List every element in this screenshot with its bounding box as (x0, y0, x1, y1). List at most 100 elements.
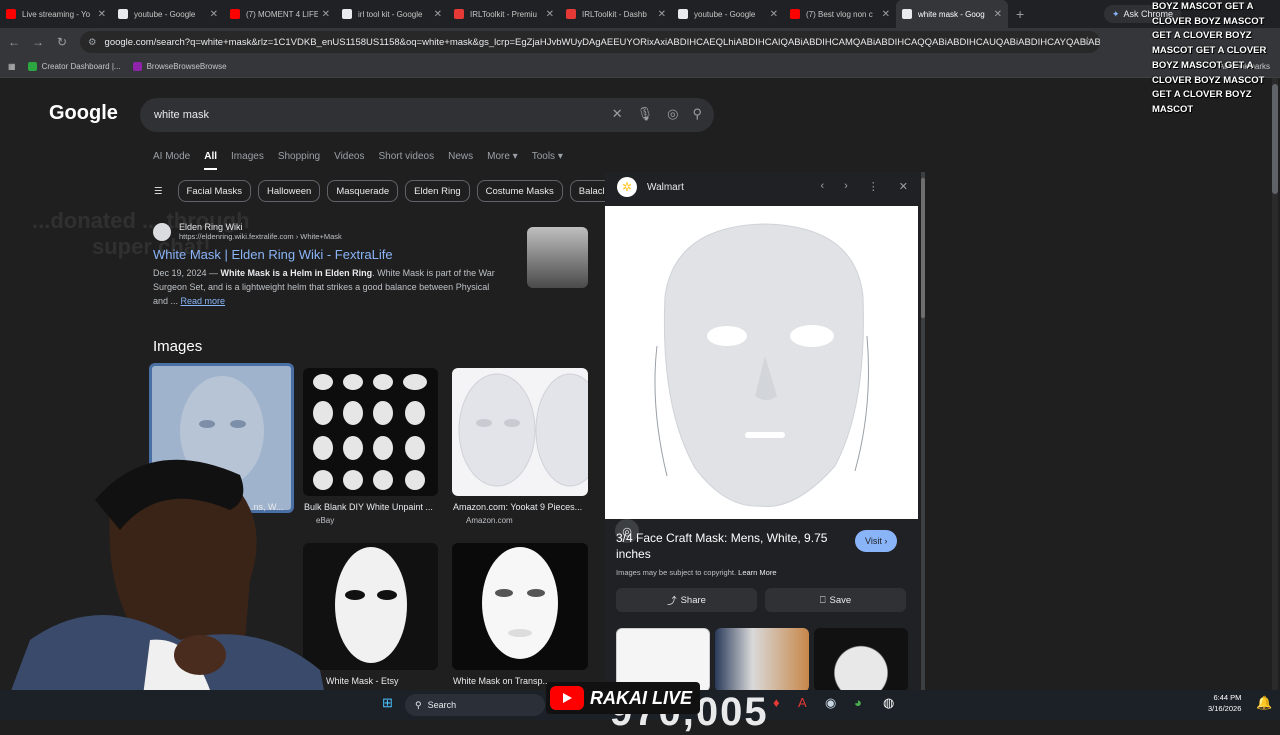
image-caption-3[interactable]: Amazon.com: Yookat 9 Pieces... (453, 502, 588, 512)
share-button[interactable]: ⤴ Share (616, 588, 757, 612)
image-result-3[interactable] (452, 368, 588, 496)
close-tab-icon[interactable]: ✕ (210, 9, 218, 20)
bookmarks-bar: ▦ Creator Dashboard |... BrowseBrowseBro… (0, 56, 1280, 78)
image-result-5[interactable] (452, 543, 588, 670)
system-clock[interactable]: 6:44 PM 3/16/2026 (1208, 692, 1241, 714)
app-icon-red[interactable]: ♦ (773, 695, 780, 710)
panel-scrollbar[interactable] (921, 172, 925, 690)
search-icon: ⚲ (415, 699, 422, 710)
search-tab[interactable]: News (448, 151, 473, 170)
filter-chip[interactable]: Facial Masks (177, 180, 251, 202)
walmart-logo-icon: ✲ (617, 177, 637, 197)
images-heading: Images (153, 338, 203, 355)
search-tab[interactable]: More ▾ (487, 151, 518, 170)
face-mask-image (654, 223, 869, 507)
browser-tab[interactable]: IRLToolkit - Premiu ✕ (448, 0, 560, 28)
related-image-2[interactable] (715, 628, 809, 690)
save-button[interactable]: ⎕ Save (765, 588, 906, 612)
clear-icon[interactable]: ✕ (612, 106, 623, 122)
search-tab[interactable]: All (204, 151, 218, 170)
mask-pair-image (458, 373, 588, 487)
apps-icon[interactable]: ▦ (8, 62, 16, 71)
browser-tab[interactable]: Live streaming - Yo ✕ (0, 0, 112, 28)
tab-favicon-icon (454, 9, 464, 19)
chrome-icon[interactable]: ◕ (854, 695, 862, 710)
panel-title[interactable]: 3/4 Face Craft Mask: Mens, White, 9.75 i… (616, 530, 836, 562)
forward-icon[interactable]: → (26, 35, 50, 49)
related-image-1[interactable] (616, 628, 710, 690)
search-tab[interactable]: Tools ▾ (532, 151, 563, 170)
browser-tab[interactable]: youtube - Google ✕ (672, 0, 784, 28)
windows-start-icon[interactable]: ⊞ (382, 695, 393, 711)
search-icon[interactable]: ⚲ (692, 106, 702, 122)
close-tab-icon[interactable]: ✕ (546, 9, 554, 20)
close-tab-icon[interactable]: ✕ (770, 9, 778, 20)
browser-tab[interactable]: youtube - Google ✕ (112, 0, 224, 28)
tab-favicon-icon (790, 9, 800, 19)
browser-tab[interactable]: irl tool kit - Google ✕ (336, 0, 448, 28)
read-more-link[interactable]: Read more (181, 296, 226, 306)
tab-favicon-icon (566, 9, 576, 19)
reload-icon[interactable]: ↻ (50, 35, 74, 49)
google-logo[interactable]: Google (49, 102, 118, 125)
close-panel-icon[interactable]: ✕ (899, 180, 908, 193)
panel-main-image[interactable]: ◎ (605, 206, 918, 543)
transparent-mask-image (482, 547, 558, 659)
notification-icon[interactable]: 🔔 (1256, 695, 1272, 711)
close-tab-icon[interactable]: ✕ (98, 9, 106, 20)
search-tab[interactable]: Short videos (379, 151, 435, 170)
new-tab-icon[interactable]: + (1008, 6, 1032, 22)
search-tab[interactable]: Images (231, 151, 264, 170)
sparkle-icon: ✦ (1112, 8, 1120, 19)
filter-chip[interactable]: Costume Masks (476, 180, 563, 202)
bookmark-star-icon[interactable]: ☆ (1082, 34, 1093, 48)
page-scrollbar[interactable] (1272, 78, 1278, 690)
close-tab-icon[interactable]: ✕ (994, 9, 1002, 20)
url-text: google.com/search?q=white+mask&rlz=1C1VD… (104, 36, 1100, 48)
bookmark-creator-dashboard[interactable]: Creator Dashboard |... (27, 62, 121, 71)
obs-icon[interactable]: ◍ (883, 695, 894, 711)
close-tab-icon[interactable]: ✕ (322, 9, 330, 20)
search-tab[interactable]: AI Mode (153, 151, 190, 170)
taskbar-search[interactable]: ⚲ Search (405, 694, 545, 716)
image-preview-panel: ✲ Walmart ‹ › ⋮ ✕ ◎ 3/4 Face Craft Mask:… (605, 172, 920, 690)
browser-tab[interactable]: white mask - Goog ✕ (896, 0, 1008, 28)
filter-chip[interactable]: Elden Ring (405, 180, 470, 202)
visit-button[interactable]: Visit › (855, 530, 898, 552)
more-options-icon[interactable]: ⋮ (868, 180, 879, 193)
back-icon[interactable]: ← (2, 35, 26, 49)
related-image-3[interactable] (814, 628, 908, 690)
tab-favicon-icon (902, 9, 912, 19)
panel-header: ✲ Walmart ‹ › ⋮ ✕ (605, 172, 920, 202)
close-tab-icon[interactable]: ✕ (658, 9, 666, 20)
next-icon[interactable]: › (844, 180, 848, 193)
prev-icon[interactable]: ‹ (820, 180, 824, 193)
close-tab-icon[interactable]: ✕ (434, 9, 442, 20)
filter-chip[interactable]: Halloween (257, 180, 321, 202)
learn-more-link[interactable]: Learn More (738, 568, 776, 577)
search-input[interactable]: white mask ✕ 🎙 ◎ ⚲ (140, 98, 714, 132)
filter-settings-icon[interactable]: ☰ (146, 180, 171, 202)
site-favicon (153, 222, 171, 241)
youtube-play-icon (550, 686, 584, 710)
filter-chip[interactable]: Masquerade (327, 180, 399, 202)
image-caption-4[interactable]: White Mask - Etsy (326, 676, 436, 686)
search-tab[interactable]: Shopping (278, 151, 320, 170)
app-icon-a[interactable]: A (798, 695, 807, 710)
panel-store-name[interactable]: Walmart (647, 182, 684, 193)
result-thumbnail[interactable] (527, 227, 588, 288)
streamer-webcam-image (0, 459, 330, 720)
address-bar[interactable]: ⚙ google.com/search?q=white+mask&rlz=1C1V… (80, 31, 1100, 53)
browser-tab[interactable]: IRLToolkit - Dashb ✕ (560, 0, 672, 28)
browser-tab[interactable]: (7) Best vlog non c ✕ (784, 0, 896, 28)
lens-icon[interactable]: ◎ (667, 106, 678, 122)
tab-favicon-icon (118, 9, 128, 19)
steam-icon[interactable]: ◉ (825, 695, 836, 711)
mic-icon[interactable]: 🎙 (637, 106, 654, 122)
site-info-icon[interactable]: ⚙ (88, 37, 97, 48)
browser-tab[interactable]: (7) MOMENT 4 LIFE ✕ (224, 0, 336, 28)
search-tab[interactable]: Videos (334, 151, 364, 170)
bookmark-browse[interactable]: BrowseBrowseBrowse (132, 62, 227, 71)
share-icon: ⤴ (667, 596, 677, 607)
close-tab-icon[interactable]: ✕ (882, 9, 890, 20)
